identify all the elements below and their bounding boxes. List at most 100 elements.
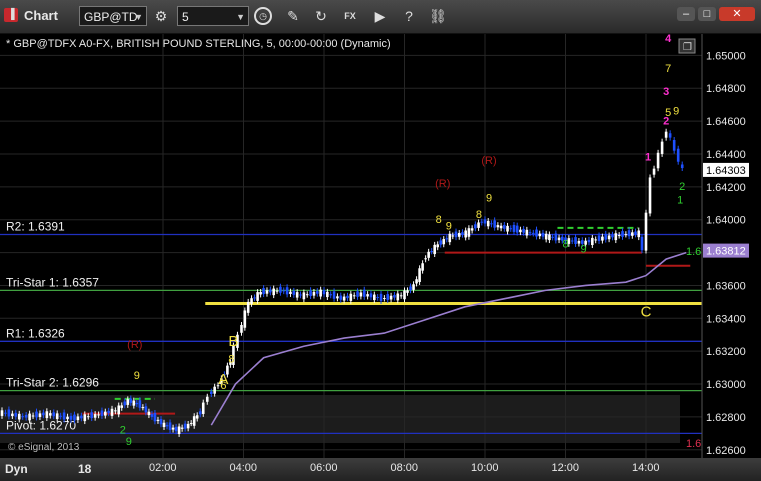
candle-body [153, 412, 157, 422]
candle-body [356, 291, 359, 297]
x-tick-label: 12:00 [551, 462, 580, 474]
minimize-button[interactable]: – [677, 7, 695, 21]
candle-body [326, 291, 329, 298]
candle-body [0, 410, 4, 416]
candle-body [114, 410, 117, 412]
help-icon[interactable]: ? [400, 7, 418, 25]
setup-number: 5 [665, 107, 671, 119]
candle-body [205, 396, 209, 402]
candle-body [634, 231, 637, 235]
vwap-price-tag-text: 1.63812 [706, 246, 746, 258]
y-tick-label: 1.63400 [706, 313, 746, 325]
candle-body [141, 407, 145, 409]
setup-number: 9 [673, 106, 679, 118]
candle-body [90, 412, 93, 419]
chart-app-icon: ▐ [4, 8, 18, 22]
candle-body [412, 284, 415, 290]
candle-body [189, 423, 193, 425]
status-bar: Dyn 18 02:00 04:00 06:00 08:00 10:00 12:00 14:… [0, 458, 761, 481]
candle-body [35, 411, 38, 418]
candle-body [660, 141, 664, 154]
candle-body [522, 228, 525, 233]
candle-body [614, 233, 618, 241]
chevron-down-icon[interactable]: ▼ [236, 7, 245, 27]
candle-body [171, 427, 175, 430]
candle-body [107, 410, 110, 414]
candle-body [174, 426, 178, 432]
candle-body [439, 240, 443, 245]
setup-number: 8 [228, 354, 234, 366]
candle-body [477, 222, 480, 228]
candle-body [265, 290, 269, 294]
candle-body [528, 232, 532, 234]
candle-body [195, 415, 199, 419]
countdown-number: 3 [663, 86, 669, 98]
candle-body [269, 289, 272, 293]
candle-body [607, 235, 611, 240]
symbol-combo[interactable]: GBP@TD ▼ [79, 6, 147, 26]
setup-number: 7 [665, 63, 671, 75]
level-tag: 1.6 [686, 246, 701, 258]
candle-body [486, 220, 490, 227]
candle-body [66, 416, 69, 420]
candle-body [433, 244, 436, 255]
candle-body [45, 411, 49, 419]
candle-body [319, 289, 322, 297]
pencil-icon[interactable]: ✎ [284, 7, 302, 25]
candle-body [49, 413, 52, 416]
gear-icon[interactable]: ⚙ [152, 7, 170, 25]
candle-body [336, 296, 339, 299]
candle-body [587, 239, 591, 243]
candle-body [448, 233, 452, 243]
candle-body [129, 398, 133, 403]
candle-body [611, 234, 614, 238]
candle-body [409, 286, 412, 291]
candle-body [69, 415, 73, 420]
countdown-number: 1 [645, 152, 651, 164]
candle-body [637, 230, 641, 238]
setup-number: 9 [134, 370, 140, 382]
formula-icon[interactable]: FX [341, 7, 359, 25]
x-tick-label: 06:00 [310, 462, 338, 474]
candle-body [150, 414, 154, 417]
clock-icon[interactable]: ◷ [254, 7, 272, 25]
candle-body [403, 290, 406, 300]
play-icon[interactable]: ▶ [371, 7, 389, 25]
setup-number-green: 9 [581, 244, 587, 256]
candle-body [275, 290, 279, 292]
dynamic-mode-label[interactable]: Dyn [5, 462, 28, 476]
maximize-button[interactable]: □ [698, 7, 716, 21]
refresh-icon[interactable]: ↻ [312, 7, 330, 25]
candle-body [366, 294, 369, 297]
link-icon[interactable]: ⛓ [429, 7, 447, 25]
candle-body [509, 228, 513, 230]
price-chart[interactable]: R2: 1.6391 Tri-Star 1: 1.6357 R1: 1.6326 Tr… [0, 34, 761, 458]
chart-toolbar: ▐ Chart GBP@TD ▼ ⚙ 5 ▼ ◷ ✎ ↻ FX ▶ ? ⛓ – □ … [0, 0, 761, 34]
candle-body [52, 412, 56, 417]
y-tick-label: 1.64400 [706, 149, 746, 161]
candle-body [664, 131, 668, 138]
close-button[interactable]: ✕ [719, 7, 755, 21]
candle-body [104, 411, 107, 416]
candle-body [631, 232, 634, 236]
level-label: R2: 1.6391 [6, 219, 65, 233]
countdown-number: 4 [665, 34, 672, 45]
chevron-down-icon[interactable]: ▼ [134, 7, 143, 27]
candle-body [362, 289, 366, 297]
setup-number: 9 [446, 221, 452, 233]
candle-body [100, 410, 104, 416]
candle-body [243, 310, 247, 328]
candle-body [554, 233, 558, 241]
restore-icon[interactable]: ❐ [683, 42, 692, 53]
candle-body [183, 423, 187, 429]
candle-body [597, 235, 601, 241]
candle-body [506, 225, 509, 232]
y-tick-label: 1.64000 [706, 215, 746, 227]
candle-body [457, 232, 461, 237]
candle-body [42, 412, 45, 416]
candle-body [55, 413, 59, 419]
candle-body [574, 237, 577, 244]
interval-combo[interactable]: 5 ▼ [177, 6, 249, 26]
candle-body [346, 295, 349, 299]
candle-body [156, 419, 160, 421]
